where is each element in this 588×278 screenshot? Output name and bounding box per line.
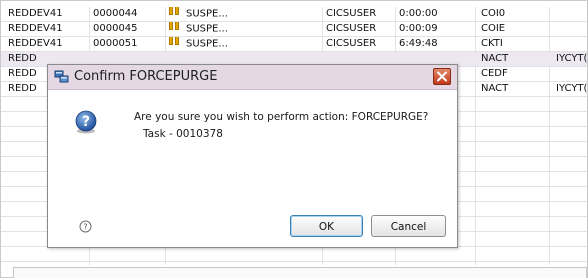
suspended-icon — [169, 37, 181, 50]
close-button[interactable] — [433, 68, 451, 85]
task-cell: 0000045 — [93, 23, 138, 34]
dialog-detail: Task - 0010378 — [143, 128, 223, 140]
help-icon[interactable]: ? — [79, 220, 92, 233]
tran-cell: COIE — [481, 23, 506, 34]
svg-text:?: ? — [82, 114, 90, 130]
user-cell: CICSUSER — [326, 23, 377, 34]
table-row — [1, 247, 587, 262]
time-cell: 0:00:00 — [399, 8, 438, 19]
dialog-titlebar[interactable]: Confirm FORCEPURGE — [48, 65, 457, 90]
tran-cell: CKTI — [481, 38, 503, 49]
region-cell: REDDEV41 — [8, 38, 63, 49]
extra-cell: IYCYT( — [556, 83, 588, 94]
question-icon: ? — [75, 110, 97, 134]
time-cell: 6:49:48 — [399, 38, 438, 49]
region-cell: REDDEV41 — [8, 23, 63, 34]
dialog-title: Confirm FORCEPURGE — [74, 69, 218, 84]
cancel-button[interactable]: Cancel — [371, 215, 446, 237]
table-row[interactable]: REDDEV41 0000051 SUSPE... CICSUSER 6:49:… — [1, 37, 587, 52]
tran-cell: NACT — [481, 53, 509, 64]
detail-panel — [13, 267, 587, 278]
tran-cell: COI0 — [481, 8, 506, 19]
status-cell: SUSPE... — [169, 7, 319, 21]
extra-cell — [556, 37, 588, 51]
time-cell: 0:00:09 — [399, 23, 438, 34]
svg-text:?: ? — [83, 223, 87, 232]
ok-button[interactable]: OK — [290, 215, 363, 237]
table-row[interactable]: REDDEV41 0000045 SUSPE... CICSUSER 0:00:… — [1, 22, 587, 37]
status-text: SUSPE... — [186, 38, 228, 50]
user-cell: CICSUSER — [326, 8, 377, 19]
extra-cell — [556, 7, 588, 21]
dialog-title-icon — [54, 70, 69, 83]
tran-cell: NACT — [481, 83, 509, 94]
status-cell: SUSPE... — [169, 22, 319, 36]
status-text: SUSPE... — [186, 8, 228, 20]
extra-cell: IYCYT( — [556, 53, 588, 64]
suspended-icon — [169, 22, 181, 35]
confirm-dialog: Confirm FORCEPURGE ? Are you sure you wi… — [47, 64, 458, 248]
user-cell: CICSUSER — [326, 38, 377, 49]
dialog-message: Are you sure you wish to perform action:… — [134, 111, 429, 123]
suspended-icon — [169, 7, 181, 20]
task-cell: 0000051 — [93, 38, 138, 49]
status-text: SUSPE... — [186, 23, 228, 35]
region-cell: REDDEV41 — [8, 8, 63, 19]
status-cell: SUSPE... — [169, 37, 319, 51]
extra-cell — [556, 22, 588, 36]
extra-cell — [556, 67, 588, 81]
table-row[interactable]: REDDEV41 0000044 SUSPE... CICSUSER 0:00:… — [1, 7, 587, 22]
task-cell: 0000044 — [93, 8, 138, 19]
close-icon — [437, 71, 447, 82]
tran-cell: CEDF — [481, 68, 508, 79]
